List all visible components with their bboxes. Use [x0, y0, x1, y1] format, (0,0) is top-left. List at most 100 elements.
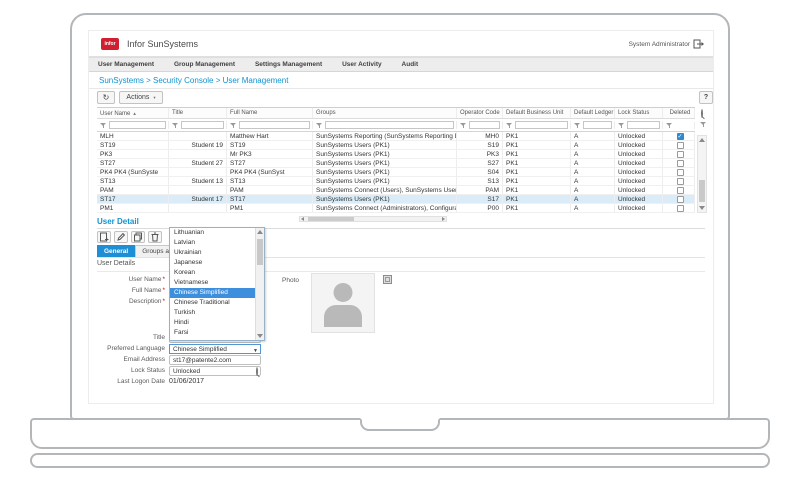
- table-row[interactable]: PK4 PK4 (SunSyste PK4 PK4 (SunSyst SunSy…: [97, 168, 695, 177]
- dropdown-item[interactable]: Farsi: [170, 328, 256, 338]
- filter-input-full-name[interactable]: [239, 121, 310, 129]
- dropdown-scrollbar[interactable]: [255, 228, 264, 340]
- table-vertical-scrollbar[interactable]: [697, 135, 707, 213]
- photo-browse-button[interactable]: [383, 275, 392, 284]
- edit-user-button[interactable]: [114, 231, 128, 243]
- cell-default-ledger: A: [571, 168, 615, 176]
- deleted-checkbox[interactable]: [677, 196, 684, 203]
- menu-item-user-management[interactable]: User Management: [89, 58, 163, 71]
- column-header-full-name[interactable]: Full Name: [227, 108, 313, 118]
- table-row[interactable]: PK3 Mr PK3 SunSystems Users (PK1) PK3 PK…: [97, 150, 695, 159]
- deleted-checkbox[interactable]: [677, 169, 684, 176]
- filter-icon[interactable]: [100, 122, 107, 129]
- cell-full-name: ST17: [227, 195, 313, 203]
- logout-icon[interactable]: [693, 39, 705, 49]
- dropdown-item-selected[interactable]: Chinese Simplified: [170, 288, 256, 298]
- app-title: Infor SunSystems: [127, 31, 198, 57]
- lookup-icon[interactable]: [256, 368, 258, 375]
- actions-button[interactable]: Actions ▾: [119, 91, 163, 104]
- table-row[interactable]: ST13 Student 13 ST13 SunSystems Users (P…: [97, 177, 695, 186]
- scroll-up-icon[interactable]: [699, 138, 705, 142]
- table-row[interactable]: ST19 Student 19 ST19 SunSystems Users (P…: [97, 141, 695, 150]
- menu-item-settings-management[interactable]: Settings Management: [246, 58, 331, 71]
- filter-icon[interactable]: [506, 122, 513, 129]
- filter-input-default-business-unit[interactable]: [515, 121, 568, 129]
- dropdown-item[interactable]: Korean: [170, 268, 256, 278]
- menu-item-audit[interactable]: Audit: [393, 58, 428, 71]
- filter-input-lock-status[interactable]: [627, 121, 660, 129]
- deleted-checkbox[interactable]: [677, 133, 684, 140]
- deleted-checkbox[interactable]: [677, 205, 684, 212]
- dropdown-item[interactable]: Chinese Traditional: [170, 298, 256, 308]
- deleted-checkbox[interactable]: [677, 142, 684, 149]
- scroll-down-icon[interactable]: [257, 334, 263, 338]
- dropdown-item[interactable]: Lithuanian: [170, 228, 256, 238]
- table-row[interactable]: ST27 Student 27 ST27 SunSystems Users (P…: [97, 159, 695, 168]
- scroll-up-icon[interactable]: [257, 230, 263, 234]
- scroll-right-icon[interactable]: [442, 217, 445, 221]
- dropdown-item[interactable]: Ukrainian: [170, 248, 256, 258]
- column-header-default-ledger[interactable]: Default Ledger: [571, 108, 615, 118]
- dropdown-item[interactable]: Turkish: [170, 308, 256, 318]
- delete-user-button[interactable]: [148, 231, 162, 243]
- filter-input-title[interactable]: [181, 121, 224, 129]
- menu-item-user-activity[interactable]: User Activity: [333, 58, 391, 71]
- filter-input-groups[interactable]: [325, 121, 454, 129]
- tab-general[interactable]: General: [97, 245, 135, 257]
- filter-icon[interactable]: [172, 122, 179, 129]
- preferred-language-select[interactable]: Chinese Simplified ▼: [169, 344, 261, 354]
- deleted-checkbox[interactable]: [677, 187, 684, 194]
- column-header-title[interactable]: Title: [169, 108, 227, 118]
- deleted-checkbox[interactable]: [677, 151, 684, 158]
- filter-icon[interactable]: [316, 122, 323, 129]
- breadcrumb[interactable]: SunSystems > Security Console > User Man…: [89, 72, 713, 89]
- cell-lock-status: Unlocked: [615, 132, 663, 140]
- copy-user-button[interactable]: [131, 231, 145, 243]
- table-row-selected[interactable]: ST17 Student 17 ST17 SunSystems Users (P…: [97, 195, 695, 204]
- filter-icon[interactable]: [618, 122, 625, 129]
- column-header-groups[interactable]: Groups: [313, 108, 457, 118]
- scrollbar-thumb[interactable]: [699, 180, 705, 202]
- column-header-deleted[interactable]: Deleted: [663, 108, 695, 118]
- dropdown-item[interactable]: Japanese: [170, 258, 256, 268]
- column-header-operator-code[interactable]: Operator Code: [457, 108, 503, 118]
- scrollbar-thumb[interactable]: [308, 217, 354, 221]
- table-row[interactable]: PAM PAM SunSystems Connect (Users), SunS…: [97, 186, 695, 195]
- filter-icon[interactable]: [460, 122, 467, 129]
- scroll-left-icon[interactable]: [301, 217, 304, 221]
- dropdown-item[interactable]: Vietnamese: [170, 278, 256, 288]
- last-logon-date-label: Last Logon Date: [89, 377, 165, 387]
- sort-asc-icon: ▲: [132, 111, 136, 116]
- dropdown-item[interactable]: Latvian: [170, 238, 256, 248]
- table-horizontal-scrollbar[interactable]: [299, 216, 447, 222]
- search-icon[interactable]: [701, 110, 703, 117]
- filter-icon[interactable]: [574, 122, 581, 129]
- lock-status-field[interactable]: [169, 366, 261, 376]
- dropdown-item[interactable]: Hindi: [170, 318, 256, 328]
- cell-default-business-unit: PK1: [503, 186, 571, 194]
- cell-user-name: PK3: [97, 150, 169, 158]
- cell-groups: SunSystems Users (PK1): [313, 168, 457, 176]
- new-user-button[interactable]: [97, 231, 111, 243]
- column-header-default-business-unit[interactable]: Default Business Unit: [503, 108, 571, 118]
- filter-input-default-ledger[interactable]: [583, 121, 612, 129]
- cell-default-ledger: A: [571, 195, 615, 203]
- menu-item-group-management[interactable]: Group Management: [165, 58, 244, 71]
- scrollbar-thumb[interactable]: [257, 239, 263, 265]
- refresh-button[interactable]: ↻: [97, 91, 115, 104]
- filter-input-user-name[interactable]: [109, 121, 166, 129]
- email-field[interactable]: [169, 355, 261, 365]
- cell-user-name: ST17: [97, 195, 169, 203]
- column-header-lock-status[interactable]: Lock Status: [615, 108, 663, 118]
- scroll-down-icon[interactable]: [699, 206, 705, 210]
- table-row[interactable]: MLH Matthew Hart SunSystems Reporting (S…: [97, 132, 695, 141]
- filter-input-operator-code[interactable]: [469, 121, 500, 129]
- deleted-checkbox[interactable]: [677, 160, 684, 167]
- deleted-checkbox[interactable]: [677, 178, 684, 185]
- cell-groups: SunSystems Connect (Users), SunSystems U…: [313, 186, 457, 194]
- filter-icon-deleted[interactable]: [666, 122, 673, 129]
- column-header-user-name[interactable]: User Name▲: [97, 108, 169, 118]
- help-button[interactable]: ?: [699, 91, 713, 104]
- filter-icon[interactable]: [230, 122, 237, 129]
- table-row[interactable]: PM1 PM1 SunSystems Connect (Administrato…: [97, 204, 695, 213]
